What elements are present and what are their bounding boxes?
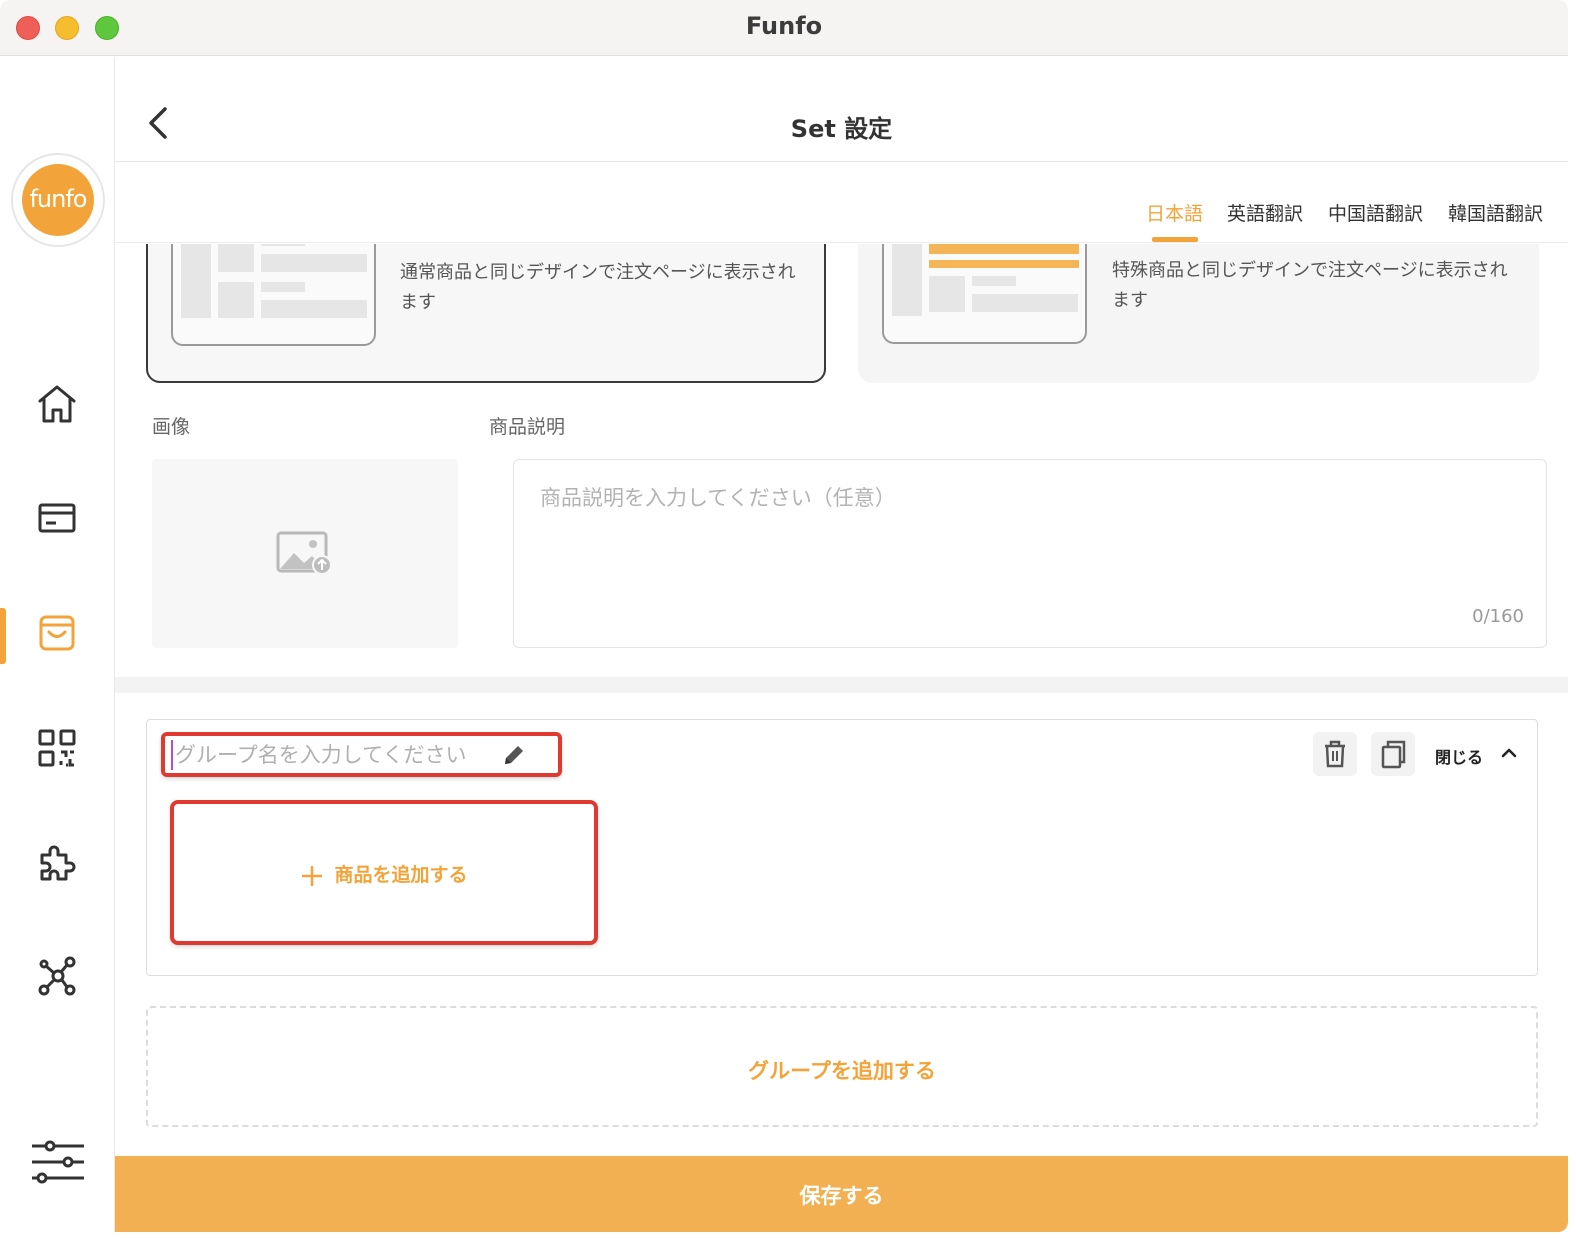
group-name-input[interactable] [171,740,491,770]
plus-icon [302,865,323,886]
active-tab-underline [1152,237,1198,242]
special-layout-preview [882,244,1087,344]
funfo-logo[interactable]: funfo [11,153,105,247]
copy-group-button[interactable] [1371,732,1415,776]
delete-group-button[interactable] [1313,732,1357,776]
scroll-content: 通常商品と同じデザインで注文ページに表示されます 特殊商品と同じデザインで注文ペ… [115,244,1568,1156]
sidebar: funfo [0,57,115,1232]
tab-chinese-translation[interactable]: 中国語翻訳 [1328,199,1423,226]
normal-design-description: 通常商品と同じデザインで注文ページに表示されます [400,262,796,313]
collapse-group-toggle[interactable]: 閉じる [1435,744,1483,768]
sliders-icon[interactable] [30,1137,86,1187]
description-label: 商品説明 [489,416,566,438]
nav-active-indicator [0,608,6,664]
character-counter: 0/160 [1472,606,1524,627]
design-option-normal[interactable]: 通常商品と同じデザインで注文ページに表示されます [146,244,826,383]
image-label: 画像 [152,416,191,438]
app-window: Funfo funfo Set 設定 日本語 英語翻訳 中国語翻訳 韓国語翻訳 … [0,0,1568,1232]
special-design-description: 特殊商品と同じデザインで注文ページに表示されます [1112,260,1508,311]
card-icon[interactable] [32,493,82,543]
add-item-button[interactable]: 商品を追加する [170,800,598,945]
language-tabs: 日本語 英語翻訳 中国語翻訳 韓国語翻訳 [115,163,1568,243]
section-divider [115,677,1568,693]
add-group-button[interactable]: グループを追加する [146,1006,1538,1127]
trash-icon [1325,740,1345,768]
window-title: Funfo [745,12,823,40]
save-button[interactable]: 保存する [115,1156,1568,1232]
description-textarea[interactable] [514,460,1546,647]
image-upload-icon [276,531,332,575]
group-name-field[interactable] [161,732,562,777]
copy-icon [1381,740,1406,769]
puzzle-icon[interactable] [32,837,82,887]
page-title: Set 設定 [790,115,893,143]
image-upload-area[interactable] [152,459,458,648]
normal-layout-preview [171,244,376,346]
description-field[interactable]: 0/160 [513,459,1547,648]
pencil-icon[interactable] [501,742,527,768]
add-item-label: 商品を追加する [334,864,468,886]
save-label: 保存する [799,1184,884,1208]
add-item-content: 商品を追加する [174,860,594,888]
tab-japanese[interactable]: 日本語 [1146,199,1203,226]
tab-english-translation[interactable]: 英語翻訳 [1227,199,1303,226]
title-bar: Funfo [0,0,1568,56]
logo-text: funfo [22,164,94,236]
page-header: Set 設定 [115,57,1568,162]
chevron-up-icon[interactable] [1500,744,1518,762]
shopping-bag-icon[interactable] [32,608,82,658]
qr-code-icon[interactable] [32,723,82,773]
main-panel: Set 設定 日本語 英語翻訳 中国語翻訳 韓国語翻訳 通常商品と同じデザインで… [115,57,1568,1232]
add-group-label: グループを追加する [748,1059,936,1083]
group-card: 閉じる 商品を追加する [146,719,1538,976]
share-network-icon[interactable] [32,952,82,1002]
design-option-special[interactable]: 特殊商品と同じデザインで注文ページに表示されます [858,244,1539,383]
home-icon[interactable] [32,379,82,429]
tab-korean-translation[interactable]: 韓国語翻訳 [1448,199,1543,226]
